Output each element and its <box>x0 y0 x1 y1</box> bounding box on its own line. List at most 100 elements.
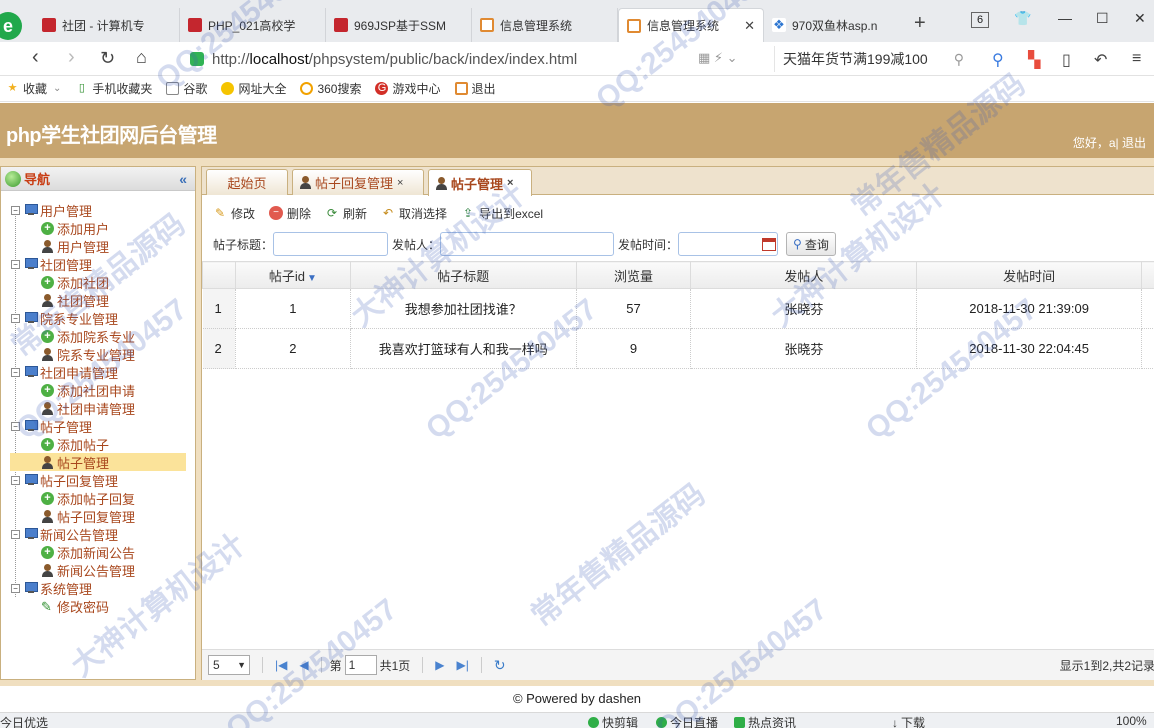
qr-icon[interactable]: ▦ ⚡ ⌄ <box>698 50 738 66</box>
column-header-time[interactable]: 发帖时间 <box>916 261 1142 289</box>
status-item[interactable]: 今日直播 <box>656 714 718 728</box>
tree-item-post-manage[interactable]: 帖子管理 <box>10 453 186 471</box>
collapse-toggle-icon[interactable]: − <box>11 205 20 215</box>
status-item[interactable]: ↓ 下载 <box>892 714 925 728</box>
collapse-toggle-icon[interactable]: − <box>11 475 20 485</box>
status-item[interactable]: 快剪辑 <box>588 714 638 728</box>
column-header-title[interactable]: 帖子标题 <box>349 261 577 289</box>
collapse-toggle-icon[interactable]: − <box>11 313 20 323</box>
calendar-icon[interactable] <box>762 237 777 251</box>
menu-icon[interactable]: ≡ <box>1132 50 1141 68</box>
tree-group-replies[interactable]: − 帖子回复管理 <box>1 471 195 489</box>
bookmark-item[interactable]: 谷歌 <box>166 80 207 97</box>
url-field[interactable]: http://localhost/phpsystem/public/back/i… <box>190 46 768 72</box>
poster-filter-input[interactable] <box>440 232 615 256</box>
home-icon[interactable]: ⌂ <box>136 47 147 68</box>
delete-button[interactable]: − 删除 <box>269 205 311 222</box>
browser-tab-6[interactable]: ❖ 970双鱼林asp.n <box>764 8 910 42</box>
tree-item-add-user[interactable]: + 添加用户 <box>1 219 195 237</box>
tree-group-system[interactable]: − 系统管理 <box>1 579 195 597</box>
title-filter-input[interactable] <box>273 232 389 256</box>
table-row[interactable]: 1 1 我想参加社团找谁？ 57 张晓芬 2018-11-30 21:39:09 <box>202 288 1154 329</box>
close-window-icon[interactable]: ✕ <box>1134 10 1146 27</box>
tab-count-badge[interactable]: 6 <box>971 12 989 28</box>
tree-group-departments[interactable]: − 院系专业管理 <box>1 309 195 327</box>
column-header-views[interactable]: 浏览量 <box>575 261 692 289</box>
forward-icon[interactable]: › <box>68 46 75 69</box>
tree-group-users[interactable]: − 用户管理 <box>1 201 195 219</box>
minimize-icon[interactable]: — <box>1058 10 1072 26</box>
tree-group-news[interactable]: − 新闻公告管理 <box>1 525 195 543</box>
collapse-toggle-icon[interactable]: − <box>11 529 20 539</box>
browser-tab-4[interactable]: 信息管理系统 <box>472 8 618 42</box>
collapse-toggle-icon[interactable]: − <box>11 259 20 269</box>
search-icon[interactable]: ⚲ <box>954 51 964 68</box>
query-button[interactable]: ⚲ 查询 <box>786 232 836 256</box>
tree-item-add-club[interactable]: + 添加社团 <box>1 273 195 291</box>
shirt-icon[interactable]: 👕 <box>1014 10 1031 27</box>
browser-tab-1[interactable]: 社团 - 计算机专 <box>34 8 180 42</box>
maximize-icon[interactable]: ☐ <box>1096 10 1109 27</box>
collapse-toggle-icon[interactable]: − <box>11 583 20 593</box>
bookmark-item[interactable]: 退出 <box>454 80 496 97</box>
tree-group-posts[interactable]: − 帖子管理 <box>1 417 195 435</box>
export-excel-button[interactable]: ⇪ 导出到excel <box>461 205 543 222</box>
reload-icon[interactable]: ↻ <box>100 48 115 69</box>
column-header-poster[interactable]: 发帖人 <box>690 261 918 289</box>
tree-item-club-manage[interactable]: 社团管理 <box>1 291 195 309</box>
tab-reply-manage[interactable]: 帖子回复管理 × <box>292 169 424 195</box>
close-tab-icon[interactable]: ✕ <box>736 18 755 34</box>
tree-item-add-post[interactable]: + 添加帖子 <box>1 435 195 453</box>
refresh-button[interactable]: ⟳ 刷新 <box>325 205 367 222</box>
close-tab-icon[interactable]: × <box>397 177 403 189</box>
reload-icon[interactable]: ↻ <box>494 657 506 674</box>
first-page-icon[interactable]: |◀ <box>275 658 287 672</box>
column-header-id[interactable]: 帖子id ▼ <box>234 261 351 289</box>
tree-group-clubs[interactable]: − 社团管理 <box>1 255 195 273</box>
tab-home[interactable]: 起始页 <box>206 169 288 195</box>
browser-logo-icon[interactable]: e <box>0 12 22 40</box>
logout-link[interactable]: 退出 <box>1122 136 1146 150</box>
back-icon[interactable]: ‹ <box>32 46 39 69</box>
collapse-toggle-icon[interactable]: − <box>11 421 20 431</box>
tree-item-department-manage[interactable]: 院系专业管理 <box>1 345 195 363</box>
tree-item-add-news[interactable]: + 添加新闻公告 <box>1 543 195 561</box>
tree-item-application-manage[interactable]: 社团申请管理 <box>1 399 195 417</box>
bookmark-item[interactable]: ★ 收藏 ⌄ <box>6 80 62 97</box>
page-number-input[interactable]: 1 <box>344 655 377 675</box>
prev-page-icon[interactable]: ◀ <box>299 658 308 672</box>
bookmark-item[interactable]: ▯ 手机收藏夹 <box>75 80 153 97</box>
tree-item-add-department[interactable]: + 添加院系专业 <box>1 327 195 345</box>
bookmark-item[interactable]: G 游戏中心 <box>375 80 441 97</box>
new-tab-icon[interactable]: + <box>914 12 926 35</box>
tree-item-news-manage[interactable]: 新闻公告管理 <box>1 561 195 579</box>
status-item[interactable]: 热点资讯 <box>734 714 796 728</box>
apps-icon[interactable]: ▚ <box>1028 50 1040 70</box>
collapse-icon[interactable]: « <box>179 171 187 187</box>
tree-item-user-manage[interactable]: 用户管理 <box>1 237 195 255</box>
next-page-icon[interactable]: ▶ <box>435 658 444 672</box>
table-row[interactable]: 2 2 我喜欢打篮球有人和我一样吗 9 张晓芬 2018-11-30 22:04… <box>202 328 1154 369</box>
close-tab-icon[interactable]: × <box>507 177 513 189</box>
browser-tab-2[interactable]: PHP_021高校学 <box>180 8 326 42</box>
status-left-text[interactable]: 今日优选 <box>0 714 48 728</box>
search-box[interactable]: 天猫年货节满199减100 ⚲ <box>774 46 974 72</box>
tree-item-reply-manage[interactable]: 帖子回复管理 <box>1 507 195 525</box>
magnifier-icon[interactable]: ⚲ <box>992 50 1004 70</box>
zoom-level[interactable]: 100% <box>1116 714 1147 728</box>
browser-tab-3[interactable]: 969JSP基于SSM <box>326 8 472 42</box>
edit-button[interactable]: ✎ 修改 <box>213 205 255 222</box>
cancel-select-button[interactable]: ↶ 取消选择 <box>381 205 447 222</box>
tree-item-add-reply[interactable]: + 添加帖子回复 <box>1 489 195 507</box>
tree-item-add-application[interactable]: + 添加社团申请 <box>1 381 195 399</box>
reading-icon[interactable]: ▯ <box>1062 50 1071 70</box>
bookmark-item[interactable]: 360搜索 <box>300 80 361 97</box>
collapse-toggle-icon[interactable]: − <box>11 367 20 377</box>
bookmark-item[interactable]: 网址大全 <box>221 80 286 97</box>
page-size-select[interactable]: 5 ▼ <box>208 655 250 675</box>
tab-post-manage[interactable]: 帖子管理 × <box>428 169 532 196</box>
last-page-icon[interactable]: ▶| <box>457 658 469 672</box>
browser-tab-5[interactable]: 信息管理系统 ✕ <box>618 8 764 42</box>
tree-item-change-password[interactable]: ✎ 修改密码 <box>1 597 195 615</box>
tree-group-applications[interactable]: − 社团申请管理 <box>1 363 195 381</box>
